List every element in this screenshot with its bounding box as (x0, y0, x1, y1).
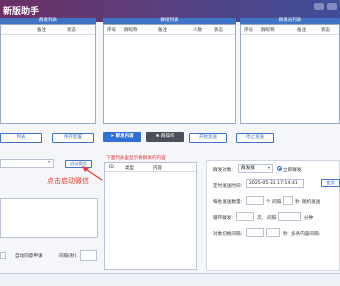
every-label: 每批发送数量: (213, 200, 243, 205)
col-type: 类型 (125, 166, 134, 171)
save-config-button[interactable]: 保存配置 (52, 133, 94, 143)
loop-unit2: 分钟 (304, 216, 314, 221)
annotation-text: 点击启动微信 (47, 177, 89, 185)
dropdown-arrow-icon[interactable]: ▾ (268, 165, 270, 170)
loop-unit: 次, (257, 216, 264, 221)
window-controls (314, 3, 337, 10)
multi-label: 多条内容间隔: (291, 232, 321, 237)
switch-input-2[interactable] (266, 228, 280, 237)
start-send-button[interactable]: 开始发送 (189, 133, 227, 143)
col-status: 状态 (67, 28, 76, 33)
dropdown-arrow-icon[interactable]: ▾ (48, 159, 50, 164)
col-index: 序号 (107, 28, 116, 33)
random-label: 随机发送 (302, 200, 321, 205)
loop-interval-label: 间隔 (267, 216, 277, 221)
send-icon: ➤ (110, 134, 115, 139)
col-note: 备注 (297, 28, 306, 33)
loop-interval-input[interactable] (278, 212, 301, 221)
col-note: 备注 (158, 28, 167, 33)
content-columns: ID 类型 内容 (105, 163, 196, 172)
auto-reply-label: 自动同意申请 (15, 254, 43, 259)
right-panel: 序号 群昵称 备注 状态 (240, 24, 340, 124)
wechat-path-select[interactable] (0, 159, 54, 168)
loop-count-input[interactable] (236, 212, 254, 221)
app-window: 新版助手 群发列表 备注 状态 群组列表 序号 群昵称 备注 人数 状态 群发员… (0, 0, 340, 286)
left-panel: 备注 状态 (0, 24, 96, 124)
list-button[interactable]: 列表 (0, 133, 42, 143)
col-nickname: 群昵称 (124, 28, 138, 33)
col-status: 状态 (214, 28, 223, 33)
content-list: ID 类型 内容 (104, 162, 197, 270)
col-note: 备注 (37, 28, 46, 33)
immediate-label: 立即群发 (283, 168, 302, 173)
close-icon[interactable] (327, 3, 337, 10)
send-content-button[interactable]: ➤ 群发内容 (103, 132, 141, 142)
auto-reply-checkbox[interactable] (0, 252, 6, 259)
every-unit: 个 (266, 200, 271, 205)
interval-label: 间隔(秒) (59, 254, 77, 259)
col-status: 状态 (321, 28, 330, 33)
switch-label: 对象切换间隔: (213, 232, 243, 237)
col-id: ID (109, 165, 114, 170)
group-icon: ♣ (155, 134, 160, 139)
interval-mid-label: 间隔 (272, 200, 282, 205)
target-label: 群发对象: (213, 168, 233, 173)
interval-input[interactable] (283, 196, 293, 205)
use-button[interactable]: 使用 (321, 179, 340, 187)
col-content: 内容 (153, 166, 162, 171)
switch-input[interactable] (246, 228, 264, 237)
log-box (0, 198, 98, 238)
middle-panel: 序号 群昵称 备注 人数 状态 (103, 24, 236, 124)
interval-input[interactable] (80, 250, 97, 261)
col-members: 人数 (193, 28, 202, 33)
minimize-icon[interactable] (314, 3, 324, 10)
col-index: 序号 (244, 28, 253, 33)
status-bar (0, 273, 340, 286)
switch-unit: 秒 (283, 232, 288, 237)
schedule-input[interactable]: 2025-05-31 17:14:41 (246, 179, 304, 188)
immediate-radio[interactable] (277, 166, 282, 171)
left-panel-columns: 备注 状态 (1, 25, 95, 35)
loop-label: 循环群发: (213, 216, 233, 221)
every-input[interactable] (246, 196, 264, 205)
interval-unit: 秒 (295, 200, 300, 205)
right-panel-columns: 序号 群昵称 备注 状态 (241, 25, 339, 35)
content-title: 下面列表里显示要群发的内容 (106, 156, 166, 161)
stop-send-button[interactable]: 停止发送 (236, 133, 274, 143)
col-nickname: 群昵称 (261, 28, 275, 33)
schedule-label: 定时发送时间: (213, 184, 243, 189)
app-title: 新版助手 (3, 7, 40, 17)
middle-panel-columns: 序号 群昵称 备注 人数 状态 (104, 25, 235, 35)
group-op-button[interactable]: ♣ 群操作 (146, 132, 184, 142)
